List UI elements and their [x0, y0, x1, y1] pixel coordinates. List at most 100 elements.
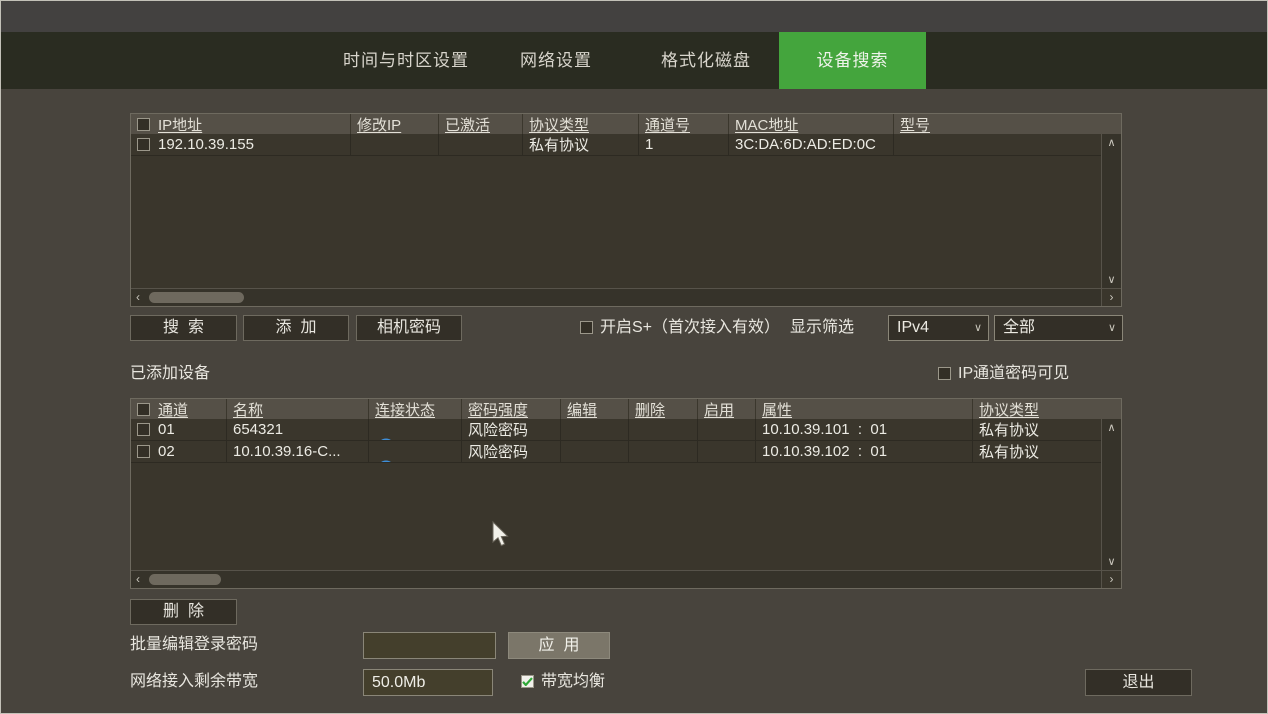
col-protocol-type: 协议类型	[529, 114, 589, 134]
enable-check-icon[interactable]	[706, 419, 756, 440]
col-password-strength: 密码强度	[468, 399, 528, 419]
scrollbar-thumb[interactable]	[149, 574, 221, 585]
tab-format-disk[interactable]: 格式化磁盘	[646, 32, 766, 89]
bandwidth-balance-checkbox[interactable]	[521, 675, 534, 688]
col-name: 名称	[233, 399, 263, 419]
tab-network-settings[interactable]: 网络设置	[501, 32, 611, 89]
device-protocol: 私有协议	[979, 419, 1039, 440]
add-button[interactable]: 添 加	[243, 315, 349, 341]
col-modify-ip: 修改IP	[357, 114, 401, 134]
tab-time-timezone[interactable]: 时间与时区设置	[331, 32, 481, 89]
delete-button[interactable]: 删 除	[130, 599, 237, 625]
channel-id: 02	[158, 443, 175, 460]
col-ip-address: IP地址	[158, 114, 202, 134]
added-devices-title: 已添加设备	[130, 361, 210, 387]
check-icon	[522, 677, 533, 686]
ip-version-select[interactable]: IPv4 ∨	[888, 315, 989, 341]
search-button[interactable]: 搜 索	[130, 315, 237, 341]
bandwidth-input[interactable]	[363, 669, 493, 696]
bandwidth-balance-label: 带宽均衡	[541, 669, 605, 695]
batch-password-input[interactable]	[363, 632, 496, 659]
col-protocol-type: 协议类型	[979, 399, 1039, 419]
table-row[interactable]: 192.10.39.155 私有协议 1 3C:DA:6D:AD:ED:0C	[131, 134, 1101, 156]
password-strength: 风险密码	[468, 419, 528, 440]
title-strip	[1, 1, 1267, 32]
col-edit: 编辑	[567, 399, 597, 419]
device-attribute: 10.10.39.102 : 01	[762, 443, 887, 460]
col-enable: 启用	[704, 399, 734, 419]
device-search-window: 时间与时区设置 网络设置 格式化磁盘 设备搜索 IP地址 修改IP 已激活 协议…	[0, 0, 1268, 714]
table-row[interactable]: 02 10.10.39.16-C... 风险密码 10.10.39.102 : …	[131, 441, 1101, 463]
mouse-cursor	[490, 520, 510, 548]
col-activated: 已激活	[445, 114, 490, 134]
scope-value: 全部	[1003, 319, 1035, 336]
device-channel-no: 1	[645, 136, 653, 153]
device-protocol: 私有协议	[979, 441, 1039, 462]
added-table-body: 01 654321 风险密码 10.10.39.101 : 01 私有协议	[131, 419, 1101, 570]
edit-icon[interactable]	[573, 419, 623, 440]
scroll-left-icon[interactable]: ‹	[136, 572, 140, 586]
col-channel: 通道	[158, 399, 188, 419]
ip-password-visible-checkbox[interactable]	[938, 367, 951, 380]
enable-splus-label: 开启S+（首次接入有效）	[600, 315, 780, 341]
col-delete: 删除	[635, 399, 665, 419]
col-attribute: 属性	[762, 399, 792, 419]
ip-version-value: IPv4	[897, 319, 929, 336]
select-all-checkbox[interactable]	[137, 118, 150, 131]
row-checkbox[interactable]	[137, 138, 150, 151]
scroll-down-icon[interactable]: ∨	[1107, 555, 1115, 568]
select-all-checkbox[interactable]	[137, 403, 150, 416]
scroll-up-icon[interactable]: ∧	[1107, 136, 1115, 149]
added-devices-table: 通道 名称 连接状态 密码强度 编辑 删除 启用 属性 协议类型 01 6543…	[130, 398, 1122, 589]
horizontal-scrollbar[interactable]: ‹	[131, 289, 1101, 306]
search-table-header: IP地址 修改IP 已激活 协议类型 通道号 MAC地址 型号	[131, 114, 1121, 134]
chevron-down-icon: ∨	[1108, 316, 1116, 340]
edit-icon[interactable]	[573, 441, 623, 462]
scrollbar-thumb[interactable]	[149, 292, 244, 303]
scroll-down-icon[interactable]: ∨	[1107, 273, 1115, 286]
scroll-right-icon[interactable]: ›	[1101, 571, 1121, 588]
device-ip: 192.10.39.155	[158, 136, 254, 153]
camera-password-button[interactable]: 相机密码	[356, 315, 462, 341]
row-checkbox[interactable]	[137, 445, 150, 458]
scope-select[interactable]: 全部 ∨	[994, 315, 1123, 341]
chevron-down-icon: ∨	[974, 316, 982, 340]
edit-ip-icon[interactable]	[362, 134, 412, 155]
col-model: 型号	[900, 114, 930, 134]
device-name: 654321	[233, 421, 283, 438]
apply-button[interactable]: 应 用	[508, 632, 610, 659]
activated-check-icon	[450, 134, 500, 155]
enable-check-icon[interactable]	[706, 441, 756, 462]
device-name: 10.10.39.16-C...	[233, 443, 341, 460]
password-strength: 风险密码	[468, 441, 528, 462]
delete-icon[interactable]	[639, 419, 689, 440]
display-filter-label: 显示筛选	[790, 315, 854, 341]
channel-id: 01	[158, 421, 175, 438]
search-results-table: IP地址 修改IP 已激活 协议类型 通道号 MAC地址 型号 192.10.3…	[130, 113, 1122, 307]
table-row[interactable]: 01 654321 风险密码 10.10.39.101 : 01 私有协议	[131, 419, 1101, 441]
vertical-scrollbar[interactable]: ∧ ∨	[1101, 134, 1121, 288]
enable-splus-checkbox[interactable]	[580, 321, 593, 334]
vertical-scrollbar[interactable]: ∧ ∨	[1101, 419, 1121, 570]
tab-bar: 时间与时区设置 网络设置 格式化磁盘 设备搜索	[1, 32, 1267, 89]
scroll-left-icon[interactable]: ‹	[136, 290, 140, 304]
exit-button[interactable]: 退出	[1085, 669, 1192, 696]
connection-status-icon[interactable]	[377, 419, 427, 440]
col-mac-address: MAC地址	[735, 114, 798, 134]
ip-password-visible-label: IP通道密码可见	[958, 361, 1069, 387]
connection-status-icon[interactable]	[377, 441, 427, 462]
device-attribute: 10.10.39.101 : 01	[762, 421, 887, 438]
col-connection-status: 连接状态	[375, 399, 435, 419]
col-channel-no: 通道号	[645, 114, 690, 134]
delete-icon[interactable]	[639, 441, 689, 462]
row-checkbox[interactable]	[137, 423, 150, 436]
search-table-body: 192.10.39.155 私有协议 1 3C:DA:6D:AD:ED:0C	[131, 134, 1101, 288]
device-protocol: 私有协议	[529, 134, 589, 155]
horizontal-scrollbar[interactable]: ‹	[131, 571, 1101, 588]
scroll-right-icon[interactable]: ›	[1101, 289, 1121, 306]
batch-edit-password-label: 批量编辑登录密码	[130, 632, 258, 658]
bandwidth-label: 网络接入剩余带宽	[130, 669, 258, 695]
scroll-up-icon[interactable]: ∧	[1107, 421, 1115, 434]
tab-device-search[interactable]: 设备搜索	[779, 32, 926, 89]
added-table-header: 通道 名称 连接状态 密码强度 编辑 删除 启用 属性 协议类型	[131, 399, 1121, 419]
